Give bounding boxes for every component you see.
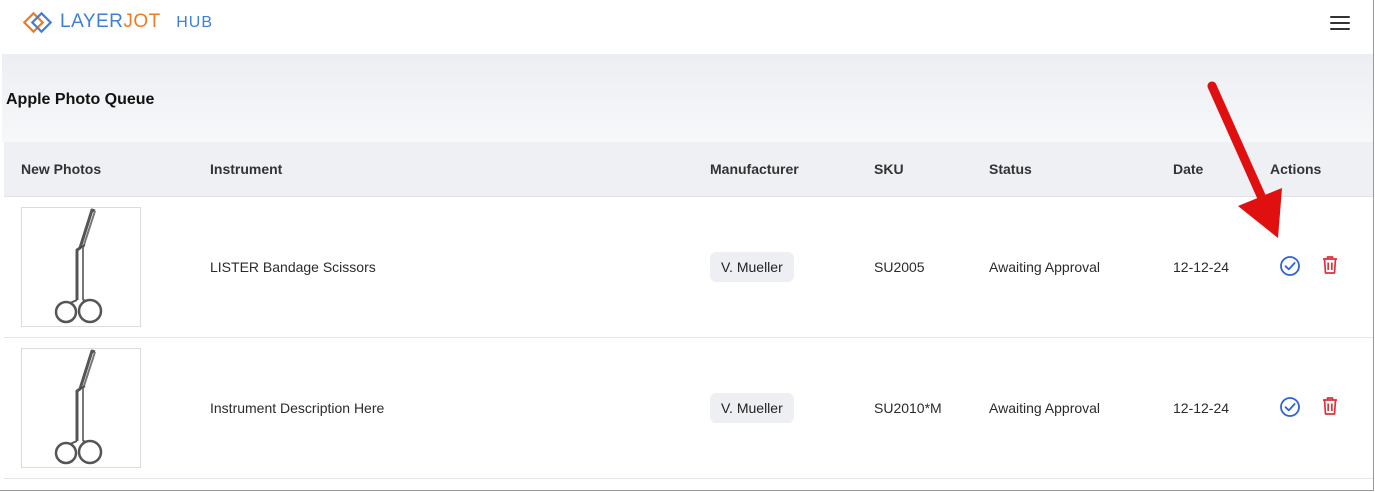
table-row[interactable]: Instrument Description Here V. Mueller S…	[4, 338, 1373, 479]
logo-text-hub: HUB	[176, 14, 214, 31]
annotation-arrow-icon	[1207, 81, 1282, 238]
column-header-sku[interactable]: SKU	[874, 142, 904, 196]
column-header-instrument[interactable]: Instrument	[210, 142, 282, 196]
instrument-name: Instrument Description Here	[210, 400, 385, 416]
trash-icon[interactable]	[1321, 255, 1339, 275]
table-header: New Photos Instrument Manufacturer SKU S…	[4, 142, 1373, 197]
sku-value: SU2010*M	[874, 400, 942, 416]
column-header-manufacturer[interactable]: Manufacturer	[710, 142, 799, 196]
check-circle-icon[interactable]	[1279, 255, 1301, 277]
table-row[interactable]: LISTER Bandage Scissors V. Mueller SU200…	[4, 197, 1373, 338]
hamburger-menu-icon[interactable]	[1330, 16, 1350, 32]
top-header: LAYERJOT HUB	[0, 0, 1373, 54]
instrument-photo[interactable]	[21, 348, 141, 468]
date-value: 12-12-24	[1173, 259, 1230, 275]
trash-icon[interactable]	[1321, 396, 1339, 416]
logo-text-layer: LAYER	[60, 11, 124, 32]
manufacturer-badge: V. Mueller	[710, 252, 794, 282]
column-header-new-photos[interactable]: New Photos	[21, 142, 101, 196]
page-title: Apple Photo Queue	[6, 91, 155, 108]
scissors-photo	[54, 349, 103, 465]
status-value: Awaiting Approval	[989, 259, 1101, 275]
app-logo[interactable]: LAYERJOT HUB	[22, 9, 213, 36]
sku-value: SU2005	[874, 259, 925, 275]
column-header-status[interactable]: Status	[989, 142, 1032, 196]
check-circle-icon[interactable]	[1279, 396, 1301, 418]
manufacturer-badge: V. Mueller	[710, 393, 794, 423]
section-header: Apple Photo Queue	[2, 54, 1373, 142]
instrument-photo[interactable]	[21, 207, 141, 327]
scissors-photo	[54, 208, 103, 324]
date-value: 12-12-24	[1173, 400, 1230, 416]
layerjot-logo-icon	[22, 11, 53, 33]
logo-text-jot: JOT	[123, 11, 161, 32]
instrument-name: LISTER Bandage Scissors	[210, 259, 376, 275]
status-value: Awaiting Approval	[989, 400, 1101, 416]
